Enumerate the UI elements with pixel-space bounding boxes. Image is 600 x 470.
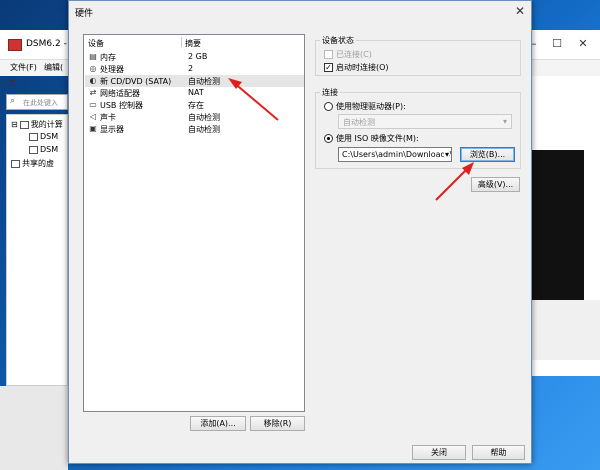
device-name: 显示器 bbox=[100, 125, 124, 134]
processor-icon: ◎ bbox=[89, 64, 97, 73]
device-summary: 自动检测 bbox=[188, 77, 220, 86]
device-list: 设备 摘要 ▤ 内存 2 GB ◎ 处理器 2 ◐ 新 CD/DVD (SATA… bbox=[83, 34, 305, 412]
column-separator bbox=[181, 37, 182, 47]
network-adapter-icon: ⇄ bbox=[89, 88, 97, 97]
vm-icon bbox=[29, 145, 38, 154]
dialog-title: 硬件 bbox=[75, 9, 94, 19]
chevron-down-icon[interactable]: ▾ bbox=[443, 150, 449, 159]
device-summary: 2 GB bbox=[188, 52, 208, 61]
device-summary: NAT bbox=[188, 88, 204, 97]
close-icon[interactable]: ✕ bbox=[515, 4, 525, 18]
device-list-header: 设备 摘要 bbox=[84, 35, 304, 49]
connection-group: 连接 使用物理驱动器(P): 自动检测 ▾ 使用 ISO 映像文件(M): C:… bbox=[315, 87, 521, 169]
device-row-memory[interactable]: ▤ 内存 2 GB bbox=[85, 51, 304, 63]
connected-checkbox[interactable]: 已连接(C) bbox=[324, 49, 372, 60]
physical-drive-select[interactable]: 自动检测 ▾ bbox=[338, 114, 512, 129]
close-button[interactable]: 关闭 bbox=[412, 445, 466, 460]
device-summary: 自动检测 bbox=[188, 125, 220, 134]
device-row-processor[interactable]: ◎ 处理器 2 bbox=[85, 63, 304, 75]
bg-bottom-strip bbox=[0, 386, 68, 470]
shared-vm-icon bbox=[11, 159, 20, 168]
column-device[interactable]: 设备 bbox=[88, 38, 104, 49]
physical-drive-label: 使用物理驱动器(P): bbox=[336, 102, 406, 111]
chevron-down-icon: ▾ bbox=[502, 117, 507, 126]
connect-at-power-on-label: 启动时连接(O) bbox=[336, 63, 389, 72]
search-icon: ⌕ bbox=[10, 96, 16, 106]
physical-drive-radio[interactable]: 使用物理驱动器(P): bbox=[324, 101, 406, 112]
vmware-app-icon bbox=[8, 39, 22, 51]
tree-item-label: DSM bbox=[40, 145, 59, 154]
display-icon: ▣ bbox=[89, 124, 97, 133]
tree-item-label: 我的计算 bbox=[30, 120, 63, 129]
column-summary[interactable]: 摘要 bbox=[185, 38, 201, 49]
library-search-placeholder: 在此处键入 bbox=[23, 99, 58, 107]
device-row-cd-dvd[interactable]: ◐ 新 CD/DVD (SATA) 自动检测 bbox=[85, 75, 304, 87]
menu-edit[interactable]: 编辑( bbox=[44, 62, 63, 73]
menu-file[interactable]: 文件(F) bbox=[10, 62, 37, 73]
tree-item-shared[interactable]: 共享的虚 bbox=[11, 158, 54, 169]
checkmark-icon: ✓ bbox=[324, 63, 333, 72]
tree-item-vm[interactable]: DSM bbox=[29, 145, 58, 154]
physical-drive-value: 自动检测 bbox=[343, 118, 375, 127]
device-status-group: 设备状态 已连接(C) ✓ 启动时连接(O) bbox=[315, 35, 521, 76]
memory-icon: ▤ bbox=[89, 52, 97, 61]
sound-card-icon: ◁ bbox=[89, 112, 97, 121]
cd-dvd-icon: ◐ bbox=[89, 76, 97, 85]
use-iso-radio[interactable]: 使用 ISO 映像文件(M): bbox=[324, 133, 419, 144]
device-summary: 存在 bbox=[188, 101, 204, 110]
device-row-display[interactable]: ▣ 显示器 自动检测 bbox=[85, 123, 304, 135]
iso-path-value: C:\Users\admin\Downloads\ bbox=[342, 150, 452, 159]
device-name: 处理器 bbox=[100, 65, 124, 74]
library-search-input[interactable]: ⌕ 在此处键入 bbox=[6, 94, 68, 110]
connected-label: 已连接(C) bbox=[336, 50, 372, 59]
vm-icon bbox=[29, 132, 38, 141]
browse-button[interactable]: 浏览(B)... bbox=[460, 147, 515, 162]
radio-selected-icon bbox=[324, 134, 333, 143]
tree-item-vm[interactable]: DSM bbox=[29, 132, 58, 141]
help-button[interactable]: 帮助 bbox=[472, 445, 525, 460]
library-tree: ⊟ 我的计算 DSM DSM 共享的虚 bbox=[6, 114, 68, 386]
collapse-icon: ⊟ bbox=[11, 120, 18, 129]
radio-icon bbox=[324, 102, 333, 111]
tree-item-label: 共享的虚 bbox=[22, 159, 54, 168]
iso-path-input[interactable]: C:\Users\admin\Downloads\ ▾ bbox=[338, 147, 452, 162]
tree-item-my-computer[interactable]: ⊟ 我的计算 bbox=[11, 119, 63, 130]
device-row-network[interactable]: ⇄ 网络适配器 NAT bbox=[85, 87, 304, 99]
usb-controller-icon: ▭ bbox=[89, 100, 97, 109]
device-row-sound[interactable]: ◁ 声卡 自动检测 bbox=[85, 111, 304, 123]
device-name: 网络适配器 bbox=[100, 89, 140, 98]
library-label: 库 bbox=[8, 79, 16, 88]
checkbox-icon bbox=[324, 50, 333, 59]
device-summary: 自动检测 bbox=[188, 113, 220, 122]
tree-item-label: DSM bbox=[40, 132, 59, 141]
remove-device-button[interactable]: 移除(R) bbox=[250, 416, 305, 431]
hardware-dialog: 硬件 ✕ 设备 摘要 ▤ 内存 2 GB ◎ 处理器 2 ◐ 新 CD/DVD … bbox=[68, 0, 532, 464]
device-name: USB 控制器 bbox=[100, 101, 143, 110]
device-name: 声卡 bbox=[100, 113, 116, 122]
use-iso-label: 使用 ISO 映像文件(M): bbox=[336, 134, 419, 143]
computer-icon bbox=[19, 120, 29, 129]
connect-at-power-on-checkbox[interactable]: ✓ 启动时连接(O) bbox=[324, 62, 389, 73]
add-device-button[interactable]: 添加(A)... bbox=[190, 416, 246, 431]
maximize-icon[interactable]: ☐ bbox=[544, 34, 570, 54]
connection-title: 连接 bbox=[320, 87, 340, 98]
device-status-title: 设备状态 bbox=[320, 35, 356, 46]
device-row-usb[interactable]: ▭ USB 控制器 存在 bbox=[85, 99, 304, 111]
device-name: 新 CD/DVD (SATA) bbox=[100, 77, 172, 86]
device-name: 内存 bbox=[100, 53, 116, 62]
device-summary: 2 bbox=[188, 64, 194, 73]
close-icon[interactable]: ✕ bbox=[570, 34, 596, 54]
bg-console-area bbox=[530, 150, 584, 300]
bg-right-bottom-panel bbox=[530, 300, 600, 360]
advanced-button[interactable]: 高级(V)... bbox=[471, 177, 520, 192]
